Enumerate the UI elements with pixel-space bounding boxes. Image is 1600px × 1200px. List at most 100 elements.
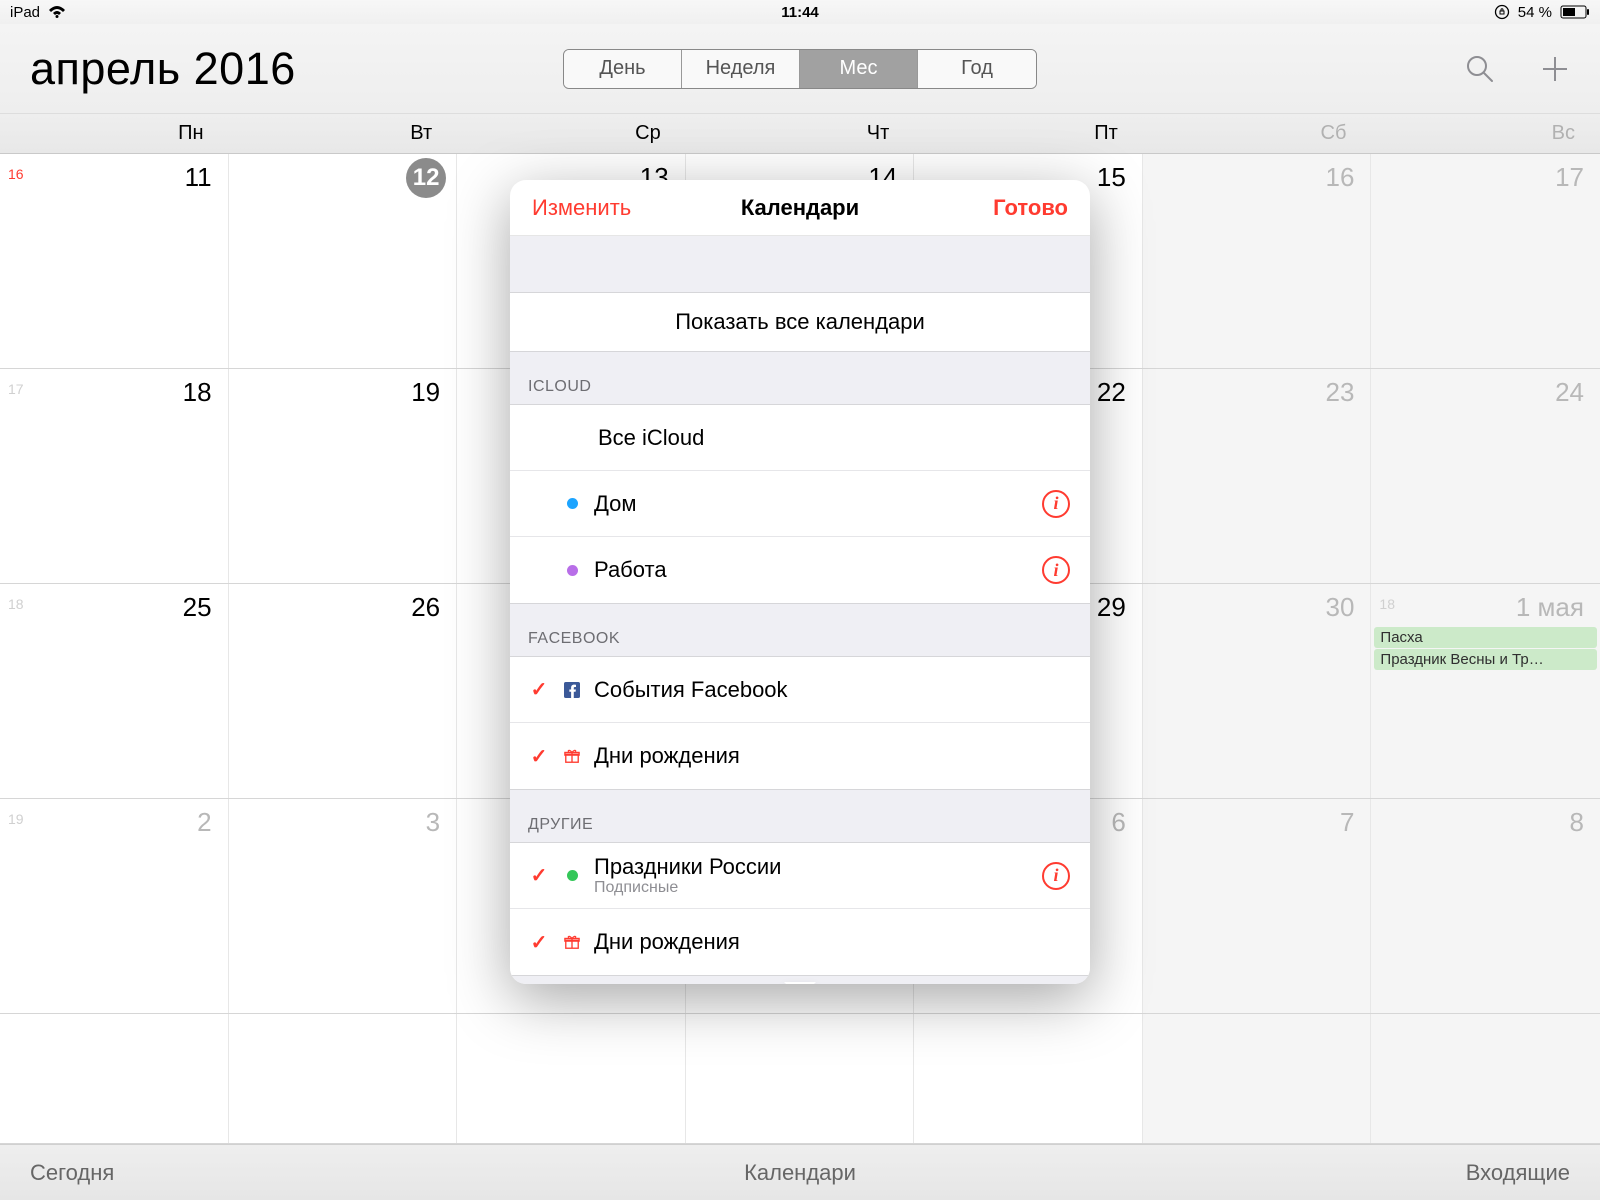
info-icon[interactable]: i	[1042, 862, 1070, 890]
calendar-day-cell[interactable]	[1143, 1014, 1372, 1143]
day-number: 23	[1326, 377, 1355, 408]
calendars-button[interactable]: Календари	[744, 1160, 856, 1186]
calendar-item-label: Дни рождения	[594, 929, 1070, 954]
calendar-day-cell[interactable]: 19	[229, 369, 458, 583]
battery-percent: 54 %	[1518, 4, 1552, 21]
calendar-day-cell[interactable]: 12	[229, 154, 458, 368]
calendar-day-cell[interactable]: 17	[1371, 154, 1600, 368]
calendar-item-label: Работа	[594, 557, 1028, 582]
day-number: 3	[426, 807, 440, 838]
calendar-day-cell[interactable]: 16	[1143, 154, 1372, 368]
seg-day[interactable]: День	[564, 50, 682, 88]
calendar-day-cell[interactable]: 30	[1143, 584, 1372, 798]
popover-title: Календари	[741, 195, 859, 221]
seg-year[interactable]: Год	[918, 50, 1036, 88]
day-number: 16	[1326, 162, 1355, 193]
calendar-day-cell[interactable]: 1611	[0, 154, 229, 368]
calendar-item-label: Все iCloud	[594, 425, 1070, 450]
calendar-day-cell[interactable]	[1371, 1014, 1600, 1143]
calendar-item-all-icloud[interactable]: Все iCloud	[510, 405, 1090, 471]
day-number: 18	[183, 377, 212, 408]
section-header: ICLOUD	[510, 352, 1090, 404]
calendars-popover: Изменить Календари Готово Показать все к…	[510, 180, 1090, 984]
calendar-item-other-birthdays[interactable]: ✓ Дни рождения	[510, 909, 1090, 975]
calendar-item-fb-birthdays[interactable]: ✓Дни рождения	[510, 723, 1090, 789]
section-header: FACEBOOK	[510, 604, 1090, 656]
orientation-lock-icon	[1494, 4, 1510, 20]
bottom-toolbar: Сегодня Календари Входящие	[0, 1144, 1600, 1200]
calendar-item-label: Дом	[594, 491, 1028, 516]
calendar-day-cell[interactable]	[457, 1014, 686, 1143]
view-segmented-control[interactable]: День Неделя Мес Год	[563, 49, 1037, 89]
color-dot-icon	[564, 565, 580, 576]
calendar-day-cell[interactable]	[229, 1014, 458, 1143]
calendar-day-cell[interactable]: 1825	[0, 584, 229, 798]
status-bar: iPad 11:44 54 %	[0, 0, 1600, 24]
calendar-item-ru-holidays[interactable]: ✓ Праздники РоссииПодписные i	[510, 843, 1090, 909]
day-number: 2	[197, 807, 211, 838]
popover-header: Изменить Календари Готово	[510, 180, 1090, 236]
weekday-label: Пт	[914, 114, 1143, 153]
calendar-event[interactable]: Праздник Весны и Тр…	[1374, 649, 1597, 670]
week-number: 17	[8, 381, 24, 397]
week-number: 19	[8, 811, 24, 827]
gift-icon	[564, 747, 580, 765]
calendar-day-cell[interactable]: 7	[1143, 799, 1372, 1013]
week-number: 18	[1379, 596, 1395, 612]
calendar-event[interactable]: Пасха	[1374, 627, 1597, 648]
popover-body[interactable]: Показать все календари ICLOUD Все iCloud Д…	[510, 236, 1090, 984]
day-number: 19	[411, 377, 440, 408]
calendar-item-label: События Facebook	[594, 677, 1070, 702]
weekday-label: Чт	[686, 114, 915, 153]
weekday-label: Пн	[0, 114, 229, 153]
seg-week[interactable]: Неделя	[682, 50, 800, 88]
day-number: 6	[1111, 807, 1125, 838]
calendar-day-cell[interactable]	[686, 1014, 915, 1143]
calendar-day-cell[interactable]: 8	[1371, 799, 1600, 1013]
weekday-header: ПнВтСрЧтПтСбВс	[0, 114, 1600, 154]
weekday-label: Ср	[457, 114, 686, 153]
show-all-calendars-button[interactable]: Показать все календари	[510, 292, 1090, 352]
month-title: апрель 2016	[30, 43, 296, 95]
info-icon[interactable]: i	[1042, 556, 1070, 584]
today-button[interactable]: Сегодня	[30, 1160, 114, 1186]
weekday-label: Вт	[229, 114, 458, 153]
week-number: 18	[8, 596, 24, 612]
battery-icon	[1560, 5, 1590, 19]
checkmark-icon: ✓	[528, 930, 550, 955]
color-dot-icon	[564, 498, 580, 509]
day-number: 25	[183, 592, 212, 623]
calendar-day-cell[interactable]: 19 2	[0, 799, 229, 1013]
inbox-button[interactable]: Входящие	[1466, 1160, 1570, 1186]
search-icon[interactable]	[1465, 54, 1495, 84]
calendar-day-cell[interactable]: 24	[1371, 369, 1600, 583]
calendar-day-cell[interactable]: 1718	[0, 369, 229, 583]
day-number: 8	[1570, 807, 1584, 838]
info-icon[interactable]: i	[1042, 490, 1070, 518]
calendar-day-cell[interactable]	[0, 1014, 229, 1143]
day-number: 24	[1555, 377, 1584, 408]
calendar-item-home[interactable]: Домi	[510, 471, 1090, 537]
calendar-item-label: Праздники РоссииПодписные	[594, 854, 1028, 898]
week-number: 16	[8, 166, 24, 182]
edit-button[interactable]: Изменить	[532, 195, 631, 221]
add-icon[interactable]	[1540, 54, 1570, 84]
calendar-day-cell[interactable]: 181 маяПасхаПраздник Весны и Тр…	[1371, 584, 1600, 798]
calendar-day-cell[interactable]: 26	[229, 584, 458, 798]
checkmark-icon: ✓	[528, 744, 550, 769]
calendar-day-cell[interactable]: 3	[229, 799, 458, 1013]
done-button[interactable]: Готово	[993, 195, 1068, 221]
calendar-day-cell[interactable]: 23	[1143, 369, 1372, 583]
calendar-item-fb-events[interactable]: ✓ События Facebook	[510, 657, 1090, 723]
calendar-day-cell[interactable]	[914, 1014, 1143, 1143]
day-number: 26	[411, 592, 440, 623]
calendar-item-work[interactable]: Работаi	[510, 537, 1090, 603]
popover-arrow-icon	[784, 982, 816, 984]
checkmark-icon: ✓	[528, 677, 550, 702]
day-number: 29	[1097, 592, 1126, 623]
checkmark-icon: ✓	[528, 863, 550, 888]
app-header: апрель 2016 День Неделя Мес Год	[0, 24, 1600, 114]
weekday-label: Вс	[1371, 114, 1600, 153]
seg-month[interactable]: Мес	[800, 50, 918, 88]
facebook-icon	[564, 681, 580, 699]
